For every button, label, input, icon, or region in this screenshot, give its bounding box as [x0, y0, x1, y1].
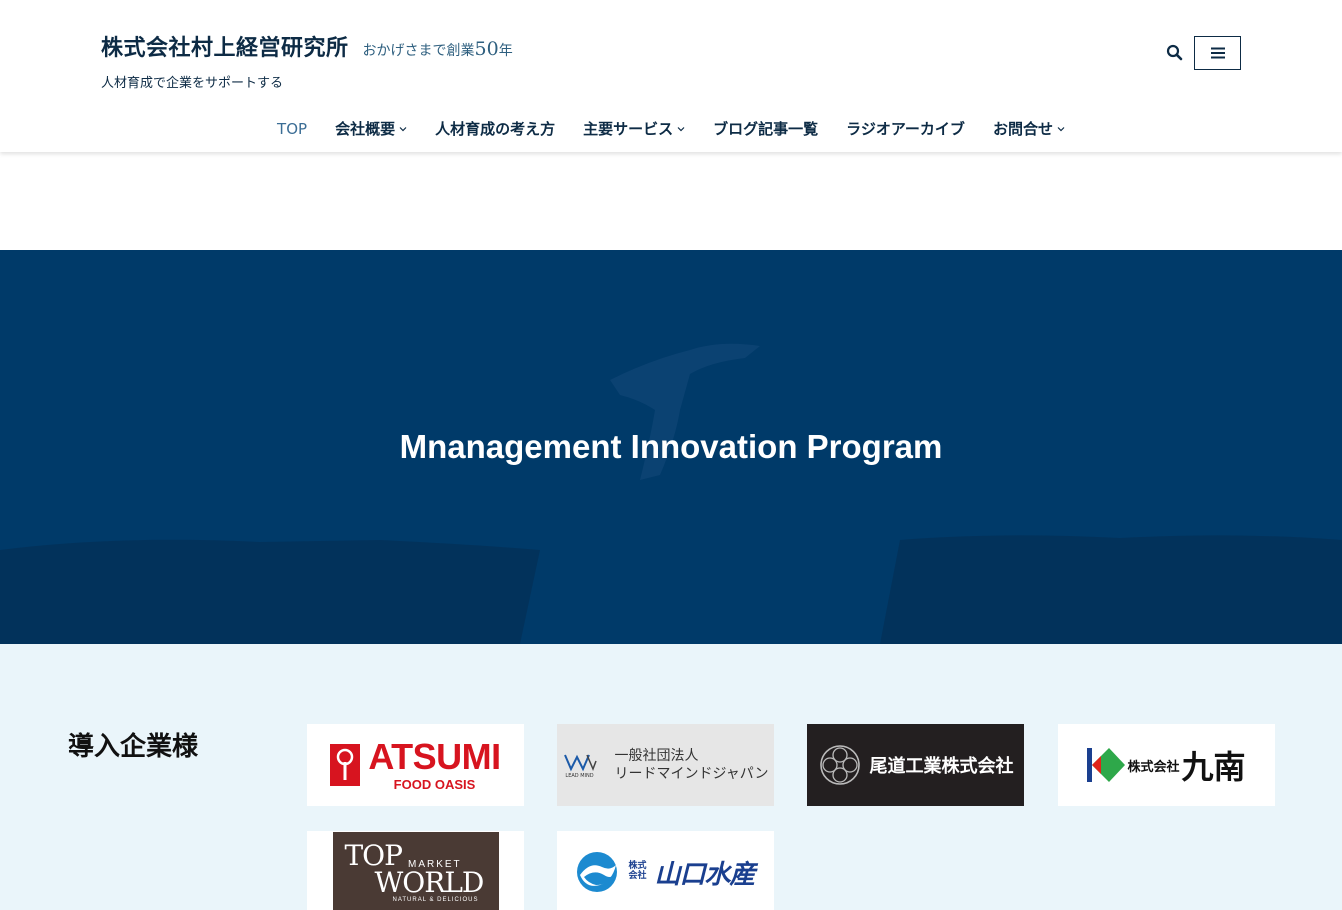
leadmind-line2: リードマインドジャパン [614, 766, 769, 782]
hamburger-icon [1210, 47, 1225, 59]
nav-item-label: ラジオアーカイブ [846, 120, 965, 138]
nav-item-label: TOP [277, 119, 308, 138]
tagline: 人材育成で企業をサポートする [101, 76, 284, 91]
leadmind-line1: 一般社団法人 [614, 747, 699, 764]
search-icon[interactable] [1166, 44, 1184, 62]
atsumi-wordmark: ATSUMI FOOD OASIS [368, 735, 501, 792]
yamaguchi-name: 山口水産 [654, 859, 756, 890]
nav-item-radio[interactable]: ラジオアーカイブ [832, 118, 979, 139]
hero-title: Mnanagement Innovation Program [399, 428, 943, 465]
onomichi-name: 尾道工業株式会社 [869, 756, 1014, 777]
clients-heading: 導入企業様 [68, 732, 199, 762]
menu-toggle-button[interactable] [1194, 36, 1241, 70]
leadmind-mark-text: LEAD MIND [565, 773, 594, 779]
client-logo-onomichi[interactable]: 尾道工業株式会社 [807, 724, 1024, 806]
topworld-badge: TOP MARKET WORLD NATURAL & DELICIOUS [332, 832, 499, 910]
nav-item-company[interactable]: 会社概要 [321, 118, 421, 139]
yamaguchi-prefix-2: 会社 [628, 871, 647, 881]
clients-section: 導入企業様 ATSUMI FOOD OASIS LEAD MIND 一般社団法人… [0, 644, 1342, 910]
nav-item-label: 人材育成の考え方 [435, 120, 556, 138]
kunan-name: 九南 [1181, 748, 1246, 786]
nav-item-philosophy[interactable]: 人材育成の考え方 [421, 118, 569, 139]
catch-prefix: おかげさまで創業 [362, 43, 475, 59]
atsumi-mark-icon [330, 744, 361, 786]
chevron-down-icon [1057, 126, 1065, 131]
nav-item-services[interactable]: 主要サービス [569, 118, 699, 139]
chevron-down-icon [677, 126, 685, 131]
leadmind-mark-icon [563, 754, 597, 772]
catch-copy: おかげさまで創業50年 [363, 38, 513, 60]
topworld-world: WORLD [374, 866, 485, 899]
site-title[interactable]: 株式会社村上経営研究所 [101, 30, 349, 62]
leadmind-mark: LEAD MIND [563, 751, 597, 779]
nav-item-blog[interactable]: ブログ記事一覧 [699, 118, 832, 139]
nav-item-top[interactable]: TOP [263, 118, 321, 139]
client-logo-kunan[interactable]: 株式会社 九南 [1058, 724, 1275, 806]
nav-item-label: 主要サービス [583, 120, 674, 138]
site-header: 株式会社村上経営研究所 おかげさまで創業50年 人材育成で企業をサポートする T… [0, 0, 1342, 152]
brand: 株式会社村上経営研究所 おかげさまで創業50年 人材育成で企業をサポートする [101, 30, 513, 91]
client-logo-yamaguchi[interactable]: 株式 会社 山口水産 [557, 831, 774, 910]
catch-suffix: 年 [498, 43, 513, 59]
client-logo-leadmind[interactable]: LEAD MIND 一般社団法人 リードマインドジャパン [557, 724, 774, 806]
nav-item-contact[interactable]: お問合せ [979, 118, 1079, 139]
catch-number: 50 [474, 38, 499, 60]
atsumi-name: ATSUMI [368, 735, 501, 777]
nav-item-label: 会社概要 [335, 120, 396, 138]
nav-item-label: お問合せ [992, 120, 1053, 138]
atsumi-sub: FOOD OASIS [393, 776, 476, 792]
topworld-tagline: NATURAL & DELICIOUS [392, 896, 479, 903]
client-logo-atsumi[interactable]: ATSUMI FOOD OASIS [307, 724, 524, 806]
client-logo-topworld[interactable]: TOP MARKET WORLD NATURAL & DELICIOUS [307, 831, 524, 910]
nav-item-label: ブログ記事一覧 [713, 120, 819, 138]
hero-section: Mnanagement Innovation Program [0, 250, 1342, 644]
yamaguchi-wave-icon [577, 852, 618, 892]
chevron-down-icon [399, 126, 407, 131]
kunan-prefix: 株式会社 [1127, 759, 1180, 775]
onomichi-crest-icon [819, 745, 860, 785]
main-nav: TOP 会社概要 人材育成の考え方 主要サービス ブログ記事一覧 ラジオアーカイ… [0, 118, 1342, 139]
kunan-mark-icon [1087, 748, 1126, 782]
